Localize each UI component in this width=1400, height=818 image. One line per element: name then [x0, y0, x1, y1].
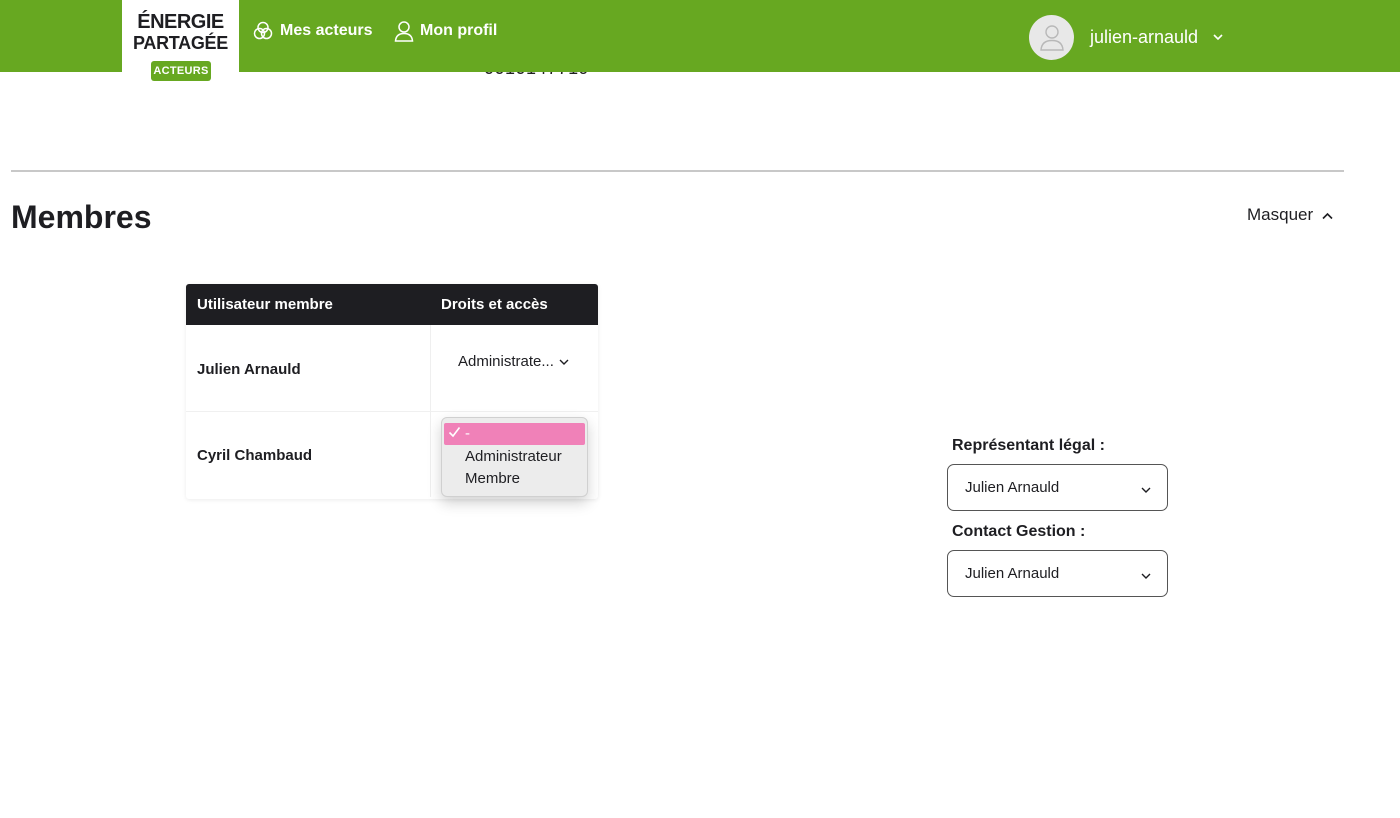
table-header: Utilisateur membre Droits et accès — [186, 284, 598, 325]
member-name: Julien Arnauld — [197, 361, 301, 378]
role-option-label: Membre — [465, 470, 521, 487]
logo-badge: ACTEURS — [151, 61, 211, 81]
user-menu[interactable]: julien-arnauld — [1029, 14, 1224, 60]
column-header-member: Utilisateur membre — [197, 296, 333, 313]
role-select[interactable]: Administrate... — [458, 353, 570, 370]
logo-text-line2: PARTAGÉE — [133, 33, 228, 53]
username: julien-arnauld — [1090, 26, 1199, 47]
toggle-label: Masquer — [1247, 205, 1314, 224]
role-dropdown-menu[interactable]: - Administrateur Membre — [441, 417, 588, 497]
nav-mon-profil[interactable]: Mon profil — [394, 18, 497, 44]
hide-section-toggle[interactable]: Masquer — [1247, 205, 1334, 225]
role-option-label: - — [465, 425, 470, 442]
management-contact-value: Julien Arnauld — [965, 565, 1060, 582]
table-row: Julien Arnauld Administrate... — [186, 325, 598, 412]
logo-text-line1: ÉNERGIE — [137, 11, 224, 33]
chevron-down-icon — [558, 353, 570, 370]
energie-partagee-logo[interactable]: ÉNERGIE PARTAGÉE ACTEURS — [122, 0, 239, 90]
legal-representative-select[interactable]: Julien Arnauld — [947, 464, 1168, 511]
chevron-down-icon — [1212, 28, 1224, 46]
role-option-membre[interactable]: Membre — [444, 468, 585, 490]
checkmark-icon — [448, 423, 462, 445]
legal-representative-value: Julien Arnauld — [965, 479, 1060, 496]
nav-mes-acteurs-label: Mes acteurs — [280, 22, 373, 39]
section-divider — [11, 170, 1344, 172]
venn-circles-icon — [252, 20, 274, 42]
chevron-up-icon — [1321, 205, 1334, 225]
role-select-value: Administrate... — [458, 353, 554, 370]
avatar — [1029, 14, 1074, 60]
member-name: Cyril Chambaud — [197, 447, 313, 464]
management-contact-label: Contact Gestion : — [952, 523, 1086, 540]
role-option-administrateur[interactable]: Administrateur — [444, 446, 585, 468]
management-contact-select[interactable]: Julien Arnauld — [947, 550, 1168, 597]
column-header-rights: Droits et accès — [441, 296, 548, 313]
role-option-label: Administrateur — [465, 448, 562, 465]
section-title: Membres — [11, 199, 152, 235]
chevron-down-icon — [1140, 481, 1152, 499]
column-separator — [430, 411, 431, 497]
column-separator — [430, 325, 431, 411]
chevron-down-icon — [1140, 567, 1152, 585]
role-option-none[interactable]: - — [444, 423, 585, 445]
nav-mon-profil-label: Mon profil — [420, 22, 498, 39]
legal-representative-label: Représentant légal : — [952, 437, 1105, 454]
user-icon — [394, 20, 414, 42]
nav-mes-acteurs[interactable]: Mes acteurs — [252, 18, 373, 44]
